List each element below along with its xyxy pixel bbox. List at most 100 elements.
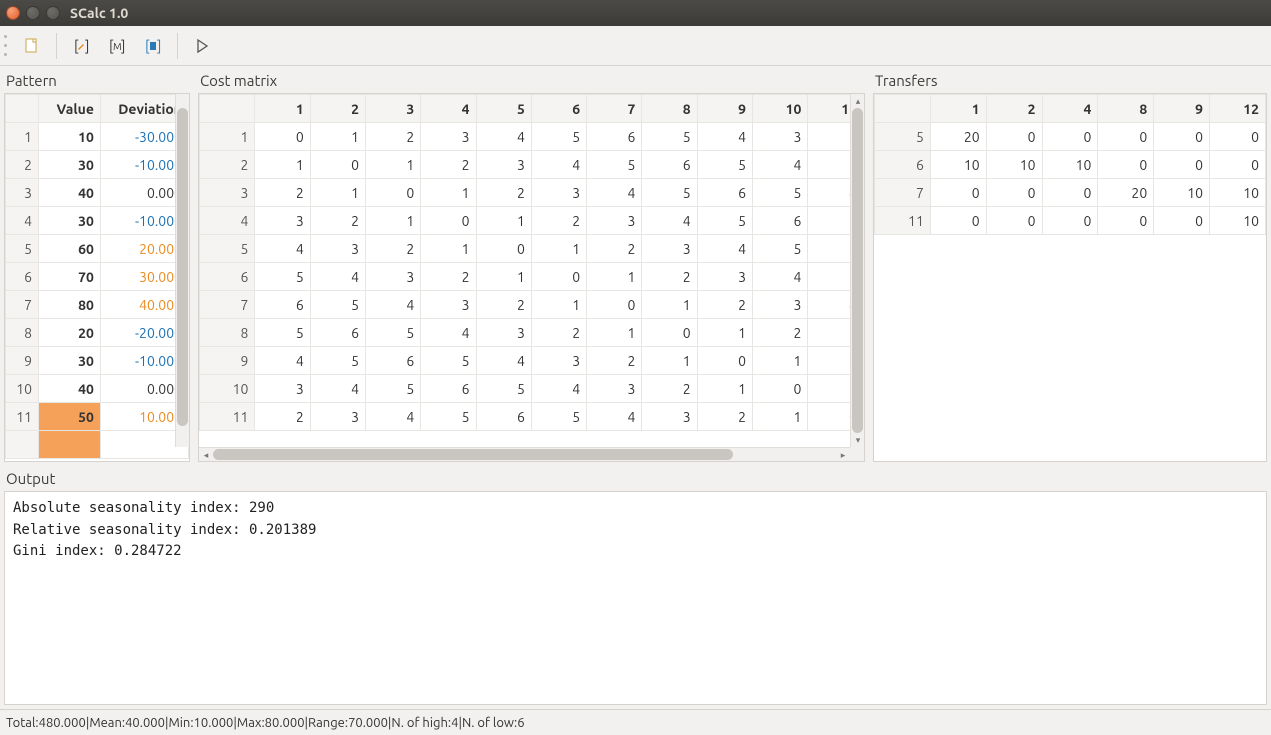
transfers-col-header[interactable]: 2	[986, 95, 1042, 123]
cost-cell[interactable]: 3	[587, 207, 642, 235]
output-text[interactable]: Absolute seasonality index: 290 Relative…	[4, 491, 1267, 705]
table-row[interactable]: 6101010000	[875, 151, 1266, 179]
cost-cell[interactable]: 4	[642, 207, 697, 235]
cost-cell[interactable]: 6	[421, 375, 476, 403]
pattern-value-cell[interactable]: 70	[39, 263, 101, 291]
transfers-cell[interactable]: 0	[1210, 123, 1266, 151]
cost-cell[interactable]: 3	[310, 403, 365, 431]
row-header[interactable]: 11	[6, 403, 39, 431]
transfers-col-header[interactable]: 9	[1154, 95, 1210, 123]
transfers-cell[interactable]: 0	[986, 207, 1042, 235]
edit-cost-button[interactable]: [M]	[101, 30, 133, 62]
table-row[interactable]: 543210123456	[200, 235, 864, 263]
row-header[interactable]: 8	[200, 319, 255, 347]
cost-cell[interactable]: 4	[531, 375, 586, 403]
table-row[interactable]: 654321012345	[200, 263, 864, 291]
transfers-cell[interactable]: 10	[1042, 151, 1098, 179]
row-header[interactable]: 5	[200, 235, 255, 263]
cost-cell[interactable]: 1	[255, 151, 310, 179]
cost-cell[interactable]: 5	[531, 123, 586, 151]
pattern-value-cell[interactable]: 80	[39, 291, 101, 319]
cost-cell[interactable]: 1	[531, 235, 586, 263]
cost-cell[interactable]: 5	[366, 375, 421, 403]
window-minimize-button[interactable]	[26, 6, 40, 20]
cost-hscroll[interactable]: ◂ ▸	[199, 447, 850, 461]
table-row[interactable]: 1034565432101	[200, 375, 864, 403]
cost-cell[interactable]: 4	[752, 263, 807, 291]
transfers-cell[interactable]: 20	[1098, 179, 1154, 207]
cost-cell[interactable]: 1	[366, 207, 421, 235]
row-header[interactable]: 7	[875, 179, 931, 207]
cost-cell[interactable]: 2	[587, 347, 642, 375]
pattern-value-cell[interactable]: 30	[39, 207, 101, 235]
row-header[interactable]: 6	[6, 263, 39, 291]
pattern-value-cell[interactable]: 30	[39, 151, 101, 179]
cost-cell[interactable]: 3	[421, 123, 476, 151]
cost-cell[interactable]: 5	[587, 151, 642, 179]
cost-cell[interactable]: 6	[697, 179, 752, 207]
pattern-value-cell[interactable]: 30	[39, 347, 101, 375]
cost-cell[interactable]: 4	[255, 235, 310, 263]
table-row[interactable]: 52000000	[875, 123, 1266, 151]
cost-col-header[interactable]: 1	[255, 95, 310, 123]
cost-cell[interactable]: 3	[476, 319, 531, 347]
cost-cell[interactable]: 4	[752, 151, 807, 179]
cost-cell[interactable]: 5	[642, 123, 697, 151]
row-header[interactable]: 3	[200, 179, 255, 207]
row-header[interactable]: 7	[200, 291, 255, 319]
pattern-col-header[interactable]: Value	[39, 95, 101, 123]
cost-cell[interactable]: 3	[752, 123, 807, 151]
cost-cell[interactable]: 6	[587, 123, 642, 151]
cost-cell[interactable]: 3	[255, 207, 310, 235]
run-button[interactable]	[186, 30, 218, 62]
transfers-cell[interactable]: 10	[1210, 179, 1266, 207]
transfers-cell[interactable]: 0	[986, 123, 1042, 151]
cost-cell[interactable]: 0	[697, 347, 752, 375]
table-row[interactable]: 101234565432	[200, 123, 864, 151]
table-row[interactable]: 430-10.000	[6, 207, 189, 235]
cost-cell[interactable]: 3	[642, 403, 697, 431]
cost-cell[interactable]: 4	[310, 263, 365, 291]
cost-cell[interactable]: 0	[255, 123, 310, 151]
table-row[interactable]: 67030.000	[6, 263, 189, 291]
cost-cell[interactable]: 3	[642, 235, 697, 263]
table-row[interactable]: 115010.000	[6, 403, 189, 431]
pattern-vscroll[interactable]	[175, 94, 189, 447]
cost-cell[interactable]: 0	[366, 179, 421, 207]
cost-cell[interactable]: 0	[531, 263, 586, 291]
transfers-col-header[interactable]: 1	[930, 95, 986, 123]
transfers-col-header[interactable]: 12	[1210, 95, 1266, 123]
cost-cell[interactable]: 4	[476, 123, 531, 151]
row-header[interactable]: 5	[6, 235, 39, 263]
cost-cell[interactable]: 4	[255, 347, 310, 375]
table-row[interactable]: 110000010	[875, 207, 1266, 235]
cost-cell[interactable]: 5	[366, 319, 421, 347]
cost-cell[interactable]: 2	[642, 263, 697, 291]
transfers-cell[interactable]: 0	[1154, 151, 1210, 179]
cost-cell[interactable]: 0	[587, 291, 642, 319]
table-row[interactable]: 765432101234	[200, 291, 864, 319]
cost-cell[interactable]: 0	[421, 207, 476, 235]
cost-col-header[interactable]: 8	[642, 95, 697, 123]
cost-cell[interactable]: 5	[255, 319, 310, 347]
cost-cell[interactable]: 1	[642, 347, 697, 375]
cost-cell[interactable]: 0	[752, 375, 807, 403]
cost-cell[interactable]: 4	[587, 179, 642, 207]
cost-cell[interactable]: 4	[587, 403, 642, 431]
cost-cell[interactable]: 3	[366, 263, 421, 291]
toolbar-grip[interactable]	[4, 33, 10, 59]
table-row[interactable]: 3400.000	[6, 179, 189, 207]
cost-cell[interactable]: 2	[366, 123, 421, 151]
table-row[interactable]: 1123456543210	[200, 403, 864, 431]
cost-cell[interactable]: 5	[255, 263, 310, 291]
cost-cell[interactable]: 0	[476, 235, 531, 263]
cost-cell[interactable]: 3	[752, 291, 807, 319]
row-header[interactable]: 5	[875, 123, 931, 151]
row-header[interactable]: 4	[6, 207, 39, 235]
transfers-cell[interactable]: 10	[1210, 207, 1266, 235]
cost-cell[interactable]: 2	[255, 179, 310, 207]
row-header[interactable]: 1	[200, 123, 255, 151]
cost-col-header[interactable]: 10	[752, 95, 807, 123]
row-header[interactable]: 2	[200, 151, 255, 179]
cost-cell[interactable]: 6	[752, 207, 807, 235]
